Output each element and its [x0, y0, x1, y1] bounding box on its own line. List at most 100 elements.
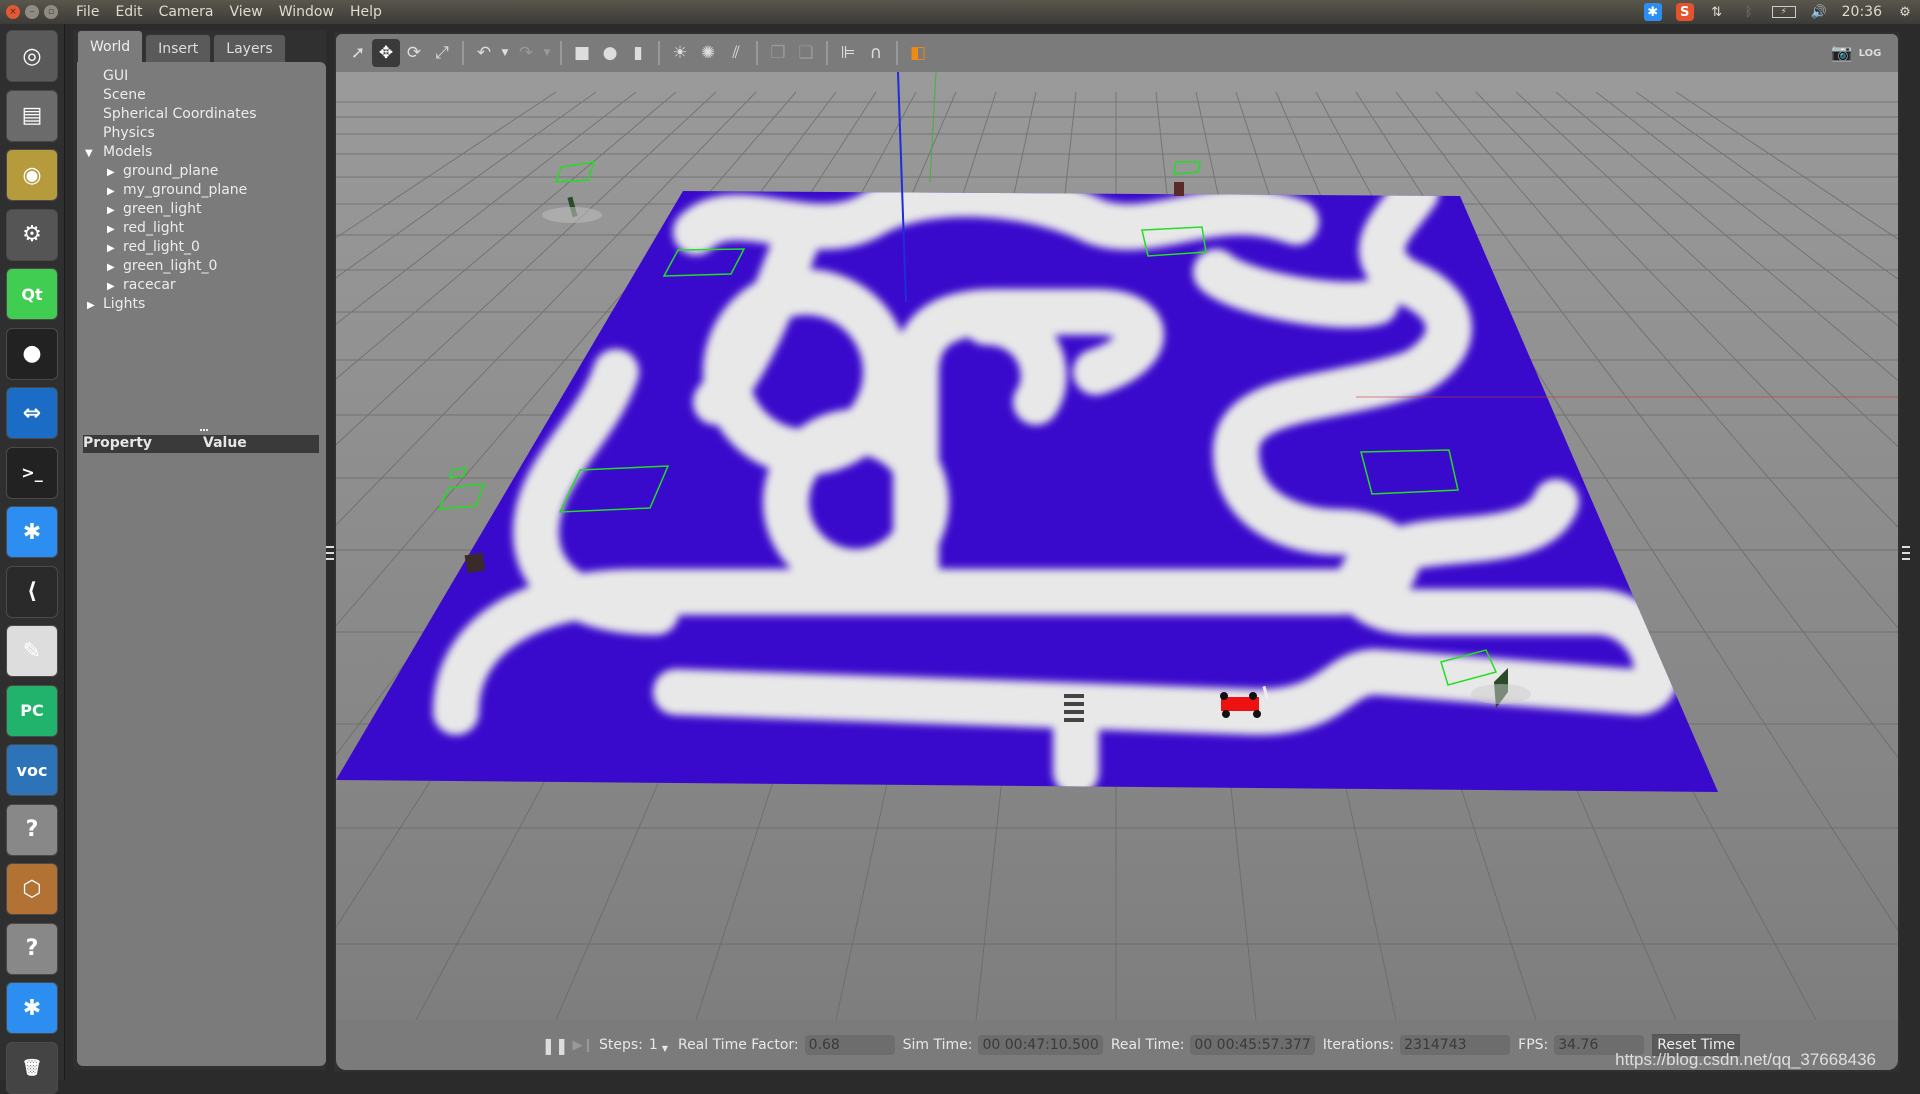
sim-time-value: 00 00:47:10.500 [978, 1035, 1103, 1055]
launcher-ubuntu-dash-icon[interactable]: ◎ [6, 30, 58, 82]
launcher-teamviewer-icon[interactable]: ⇔ [6, 387, 58, 439]
tree-item-physics[interactable]: Physics [103, 125, 155, 141]
clock[interactable]: 20:36 [1842, 4, 1882, 20]
view-angle-icon[interactable]: ◧ [904, 39, 932, 67]
launcher: ◎ ▤ ◉ ⚙ Qt ● ⇔ >_ ✱ ⟨ ✎ PC voc? ⬡? ✱ 🗑 [0, 24, 65, 1094]
top-panel: × – ▫ File Edit Camera View Window Help … [0, 0, 1920, 24]
select-arrow-icon[interactable]: ➚ [344, 39, 372, 67]
menu-edit[interactable]: Edit [107, 4, 150, 20]
pause-icon[interactable]: ❚❚ [541, 1031, 569, 1059]
cylinder-icon[interactable]: ▮ [624, 39, 652, 67]
launcher-unknown-app-icon[interactable]: ? [6, 803, 58, 856]
menu-help[interactable]: Help [342, 4, 390, 20]
tree-item-model[interactable]: my_ground_plane [123, 182, 247, 198]
expand-right-icon[interactable]: ▶ [107, 224, 115, 235]
redo-dropdown-icon[interactable]: ▼ [540, 39, 554, 67]
launcher-voc-icon[interactable]: voc [6, 744, 58, 796]
launcher-vscode-icon[interactable]: ⟨ [6, 565, 58, 618]
launcher-camera-icon[interactable]: ● [6, 327, 58, 380]
undo-icon[interactable]: ↶ [470, 39, 498, 67]
tree-item-lights[interactable]: Lights [103, 296, 145, 312]
undo-dropdown-icon[interactable]: ▼ [498, 39, 512, 67]
launcher-files-icon[interactable]: ▤ [6, 89, 58, 142]
menu-camera[interactable]: Camera [151, 4, 222, 20]
left-splitter-handle[interactable] [326, 546, 334, 560]
tree-item-models[interactable]: Models [103, 144, 152, 160]
box-icon[interactable]: ■ [568, 39, 596, 67]
expand-right-icon[interactable]: ▶ [107, 167, 115, 178]
window-maximize-button[interactable]: ▫ [44, 5, 58, 19]
expand-right-icon[interactable]: ▶ [107, 205, 115, 216]
launcher-chrome-icon[interactable]: ◉ [6, 149, 58, 201]
sogou-input-icon[interactable]: S [1675, 3, 1694, 21]
tree-item-model[interactable]: ground_plane [123, 163, 218, 179]
launcher-sogou-icon[interactable]: ✱ [6, 506, 58, 558]
snap-icon[interactable]: ∩ [862, 39, 890, 67]
sphere-icon[interactable]: ● [596, 39, 624, 67]
step-icon[interactable]: ▶❙ [569, 1031, 597, 1059]
log-icon[interactable]: LOG [1856, 39, 1884, 67]
expand-right-icon[interactable]: ▶ [87, 300, 95, 311]
tree-item-scene[interactable]: Scene [103, 87, 146, 103]
tree-item-model[interactable]: green_light_0 [123, 258, 217, 274]
launcher-sogou-2-icon[interactable]: ✱ [6, 982, 58, 1034]
iterations-value: 2314743 [1400, 1035, 1511, 1055]
expand-right-icon[interactable]: ▶ [107, 262, 115, 273]
copy-icon[interactable]: ❐ [764, 39, 792, 67]
network-icon[interactable]: ⇅ [1708, 3, 1726, 21]
scene-toolbar: ➚ ✥ ⟳ ⤢ ↶ ▼ ↷ ▼ ■ ● ▮ ☀ ✺ ⫽ ❐ ❏ ⊫ ∩ ◧ 📷 … [336, 34, 1898, 72]
rotate-icon[interactable]: ⟳ [400, 39, 428, 67]
launcher-qt-creator-icon[interactable]: Qt [6, 268, 58, 320]
launcher-gazebo-icon[interactable]: ⬡ [6, 863, 58, 915]
splitter-handle[interactable] [200, 429, 208, 431]
tree-item-model[interactable]: green_light [123, 201, 201, 217]
launcher-system-settings-icon[interactable]: ⚙ [6, 208, 58, 261]
launcher-unknown-app-2-icon[interactable]: ? [6, 922, 58, 975]
spot-light-icon[interactable]: ✺ [694, 39, 722, 67]
menu-file[interactable]: File [68, 4, 107, 20]
sogou-keyboard-icon[interactable]: ✱ [1643, 3, 1662, 21]
tree-item-spherical-coordinates[interactable]: Spherical Coordinates [103, 106, 257, 122]
tab-insert[interactable]: Insert [145, 34, 212, 62]
steps-dropdown-icon[interactable]: ▼ [662, 1044, 668, 1053]
redo-icon[interactable]: ↷ [512, 39, 540, 67]
real-time-label: Real Time: [1110, 1037, 1185, 1053]
point-light-icon[interactable]: ☀ [666, 39, 694, 67]
traffic-light-red-0[interactable] [464, 552, 486, 574]
menu-window[interactable]: Window [271, 4, 342, 20]
expand-right-icon[interactable]: ▶ [107, 281, 115, 292]
screenshot-icon[interactable]: 📷 [1828, 39, 1856, 67]
scale-icon[interactable]: ⤢ [428, 39, 456, 67]
scene-render[interactable] [336, 72, 1898, 1020]
menu-view[interactable]: View [222, 4, 271, 20]
align-icon[interactable]: ⊫ [834, 39, 862, 67]
translate-icon[interactable]: ✥ [372, 39, 400, 67]
tree-item-model[interactable]: red_light_0 [123, 239, 200, 255]
left-panel: World Insert Layers GUI Scene Spherical … [73, 30, 326, 1070]
traffic-light-red[interactable] [1174, 182, 1184, 196]
tab-layers[interactable]: Layers [213, 34, 286, 62]
launcher-pycharm-icon[interactable]: PC [6, 684, 58, 737]
launcher-terminal-icon[interactable]: >_ [6, 446, 58, 499]
right-splitter-handle[interactable] [1902, 546, 1910, 560]
tree-item-model[interactable]: racecar [123, 277, 176, 293]
bluetooth-icon[interactable]: ᛒ [1740, 3, 1758, 21]
expand-down-icon[interactable]: ▼ [85, 148, 93, 159]
window-close-button[interactable]: × [6, 5, 20, 19]
iterations-label: Iterations: [1322, 1037, 1395, 1053]
launcher-text-editor-icon[interactable]: ✎ [6, 625, 58, 677]
tree-item-model[interactable]: red_light [123, 220, 184, 236]
launcher-trash-icon[interactable]: 🗑 [6, 1041, 58, 1094]
window-minimize-button[interactable]: – [25, 5, 39, 19]
paste-icon[interactable]: ❏ [792, 39, 820, 67]
steps-input[interactable]: 1 [649, 1037, 658, 1053]
expand-right-icon[interactable]: ▶ [107, 186, 115, 197]
volume-icon[interactable]: 🔊 [1810, 3, 1828, 21]
expand-right-icon[interactable]: ▶ [107, 243, 115, 254]
tree-item-gui[interactable]: GUI [103, 68, 128, 84]
tab-world[interactable]: World [77, 30, 144, 62]
3d-viewport[interactable] [336, 72, 1898, 1020]
directional-light-icon[interactable]: ⫽ [722, 39, 750, 67]
battery-icon[interactable]: ⚡ [1771, 6, 1796, 18]
power-icon[interactable]: ⚙ [1896, 3, 1914, 21]
